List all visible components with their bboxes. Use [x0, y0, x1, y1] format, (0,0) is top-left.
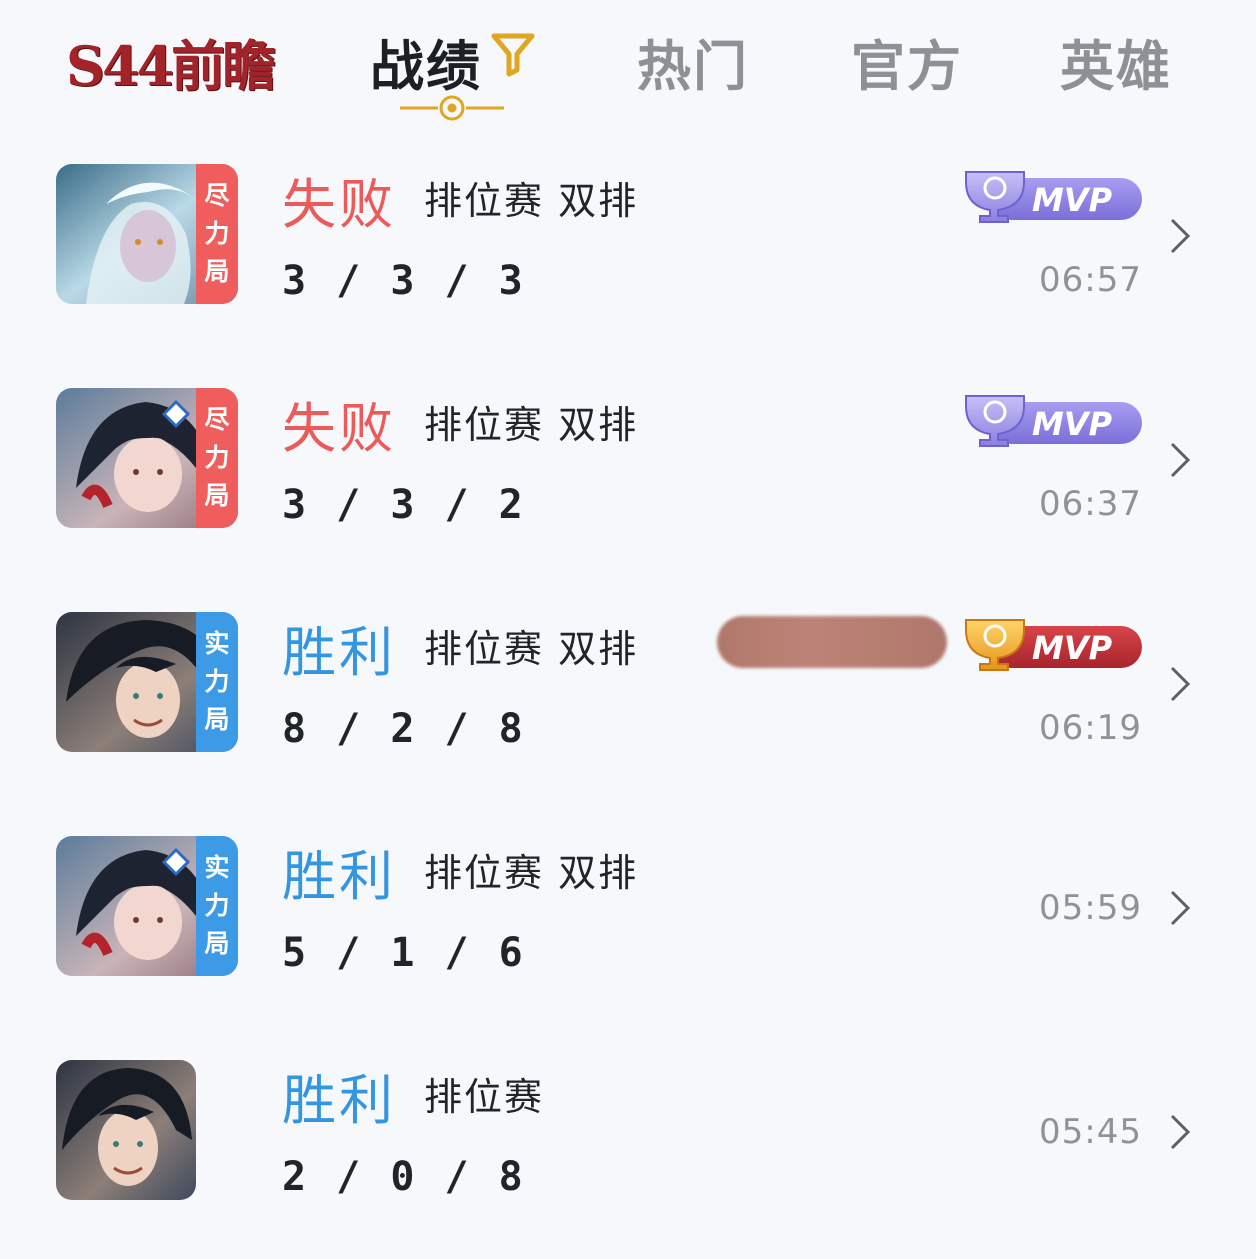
- match-result: 胜利: [282, 1069, 396, 1132]
- match-time: 05:45: [1039, 1112, 1142, 1152]
- hero-avatar: [56, 1060, 196, 1200]
- match-row[interactable]: 实力局 胜利 排位赛 双排 8 / 2 / 8 MVP 06:19: [0, 448, 1256, 752]
- kda: 2 / 0 / 8: [282, 1154, 526, 1200]
- mvp-badge-red: MVP: [965, 619, 1142, 671]
- svg-text:MVP: MVP: [1032, 181, 1113, 219]
- match-mode: 排位赛 双排: [424, 403, 639, 447]
- match-mode: 排位赛 双排: [424, 179, 639, 223]
- match-row[interactable]: 尽力局 失败 排位赛 双排 3 / 3 / 2 MVP 06:37: [0, 224, 1256, 528]
- chevron-right-icon[interactable]: [1168, 1112, 1192, 1152]
- match-mode: 排位赛 双排: [424, 851, 639, 895]
- redacted-badge: [717, 616, 947, 668]
- match-row[interactable]: 尽力局 失败 排位赛 双排 3 / 3 / 3 MVP 06:57: [0, 0, 1256, 304]
- match-row[interactable]: 实力局 胜利 排位赛 双排 5 / 1 / 6 05:59: [0, 672, 1256, 976]
- svg-text:MVP: MVP: [1032, 405, 1113, 443]
- mvp-badge-purple: MVP: [965, 395, 1142, 447]
- match-row[interactable]: 胜利 排位赛 2 / 0 / 8 05:45: [0, 896, 1256, 1200]
- svg-text:MVP: MVP: [1032, 629, 1113, 667]
- hero-avatar-wrap: [56, 1060, 238, 1202]
- hero-portrait-image: [56, 1060, 196, 1200]
- match-mode: 排位赛: [424, 1075, 545, 1119]
- mvp-badge-purple: MVP: [965, 171, 1142, 223]
- match-mode: 排位赛 双排: [424, 627, 639, 671]
